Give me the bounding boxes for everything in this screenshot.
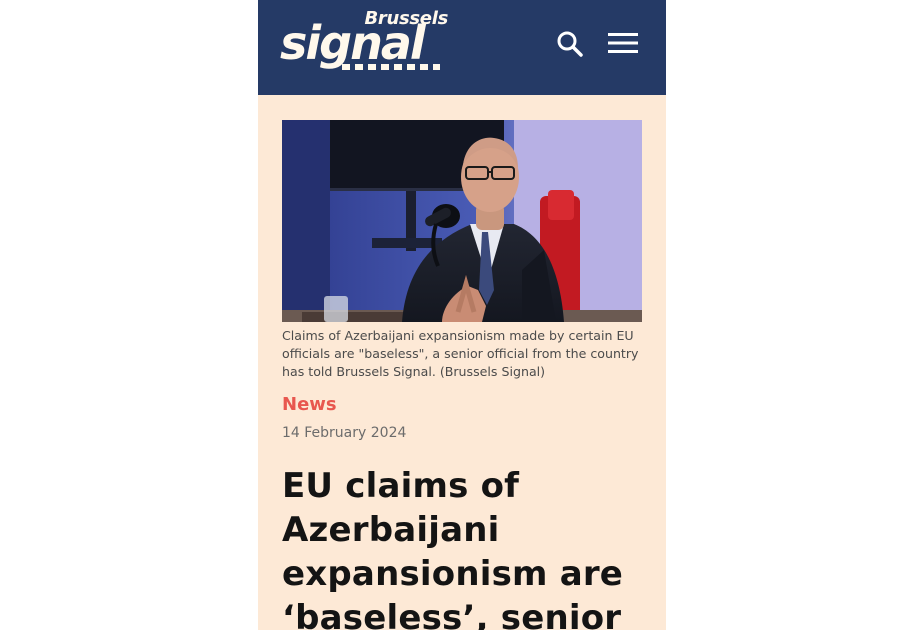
article-photo xyxy=(282,120,642,322)
photo-caption: Claims of Azerbaijani expansionism made … xyxy=(282,328,639,379)
search-icon xyxy=(557,31,583,57)
logo-main-text: signal xyxy=(280,16,426,70)
mobile-page: Brussels signal Claims of Azerbaijani ex… xyxy=(258,0,666,630)
publish-date: 14 February 2024 xyxy=(282,425,407,441)
menu-button[interactable] xyxy=(608,31,638,55)
search-button[interactable] xyxy=(556,30,584,58)
category-link[interactable]: News xyxy=(282,394,337,415)
article-headline: EU claims of Azerbaijani expansionism ar… xyxy=(282,466,624,630)
logo-dots xyxy=(342,64,440,70)
brussels-signal-logo[interactable]: Brussels signal xyxy=(280,8,452,74)
site-header: Brussels signal xyxy=(258,0,666,95)
hamburger-menu-icon xyxy=(608,33,638,53)
